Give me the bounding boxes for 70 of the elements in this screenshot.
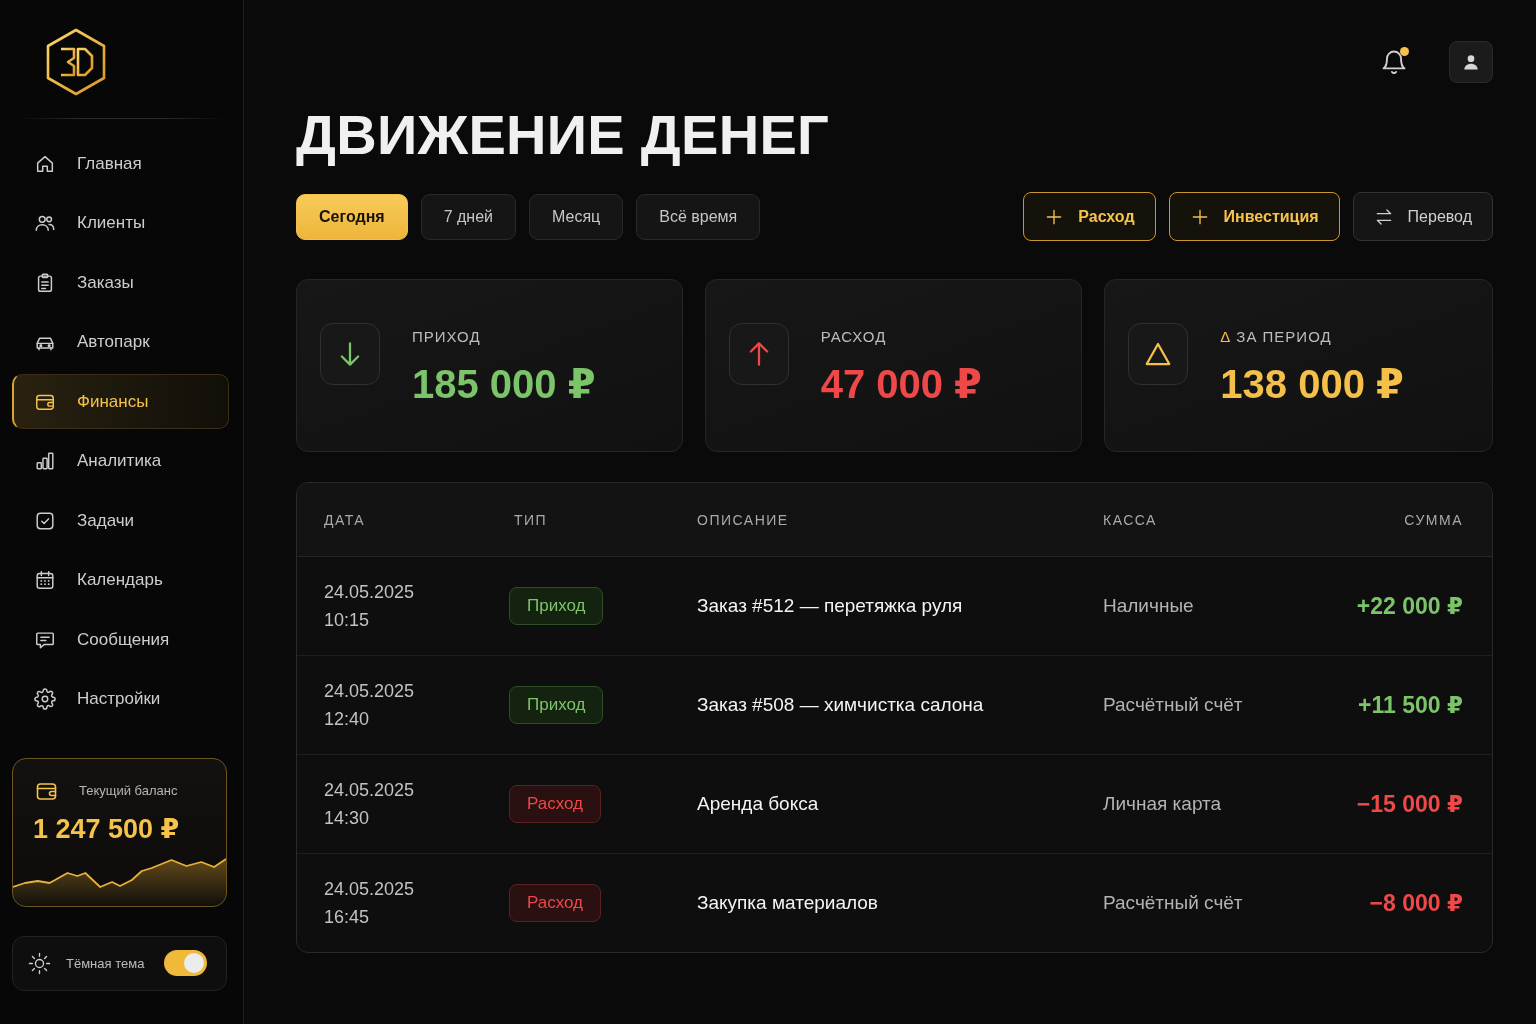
action-button[interactable]: Инвестиция: [1168, 192, 1340, 241]
card-label: РАСХОД: [820, 328, 887, 346]
nav-item[interactable]: Календарь: [12, 552, 229, 608]
nav-item[interactable]: Главная: [12, 136, 229, 191]
time-text: 12:40: [324, 708, 371, 731]
checkbox-icon: [34, 509, 56, 532]
arrow-down-icon: [320, 323, 380, 385]
nav-item[interactable]: Финансы: [12, 374, 229, 429]
description-cell-text: Закупка материалов: [697, 892, 879, 914]
amount-cell: +11 500 ₽: [1358, 691, 1463, 719]
amount-cell: −15 000 ₽: [1356, 790, 1463, 818]
arrow-up-icon: [728, 323, 789, 385]
type-badge: Приход: [509, 686, 604, 724]
period-tab[interactable]: Месяц: [529, 193, 624, 240]
card-value: 138 000 ₽: [1220, 361, 1404, 408]
nav-item[interactable]: Клиенты: [12, 195, 229, 251]
nav-item[interactable]: Сообщения: [12, 612, 229, 667]
period-tab[interactable]: 7 дней: [420, 193, 516, 240]
time-text: 14:30: [324, 807, 371, 830]
date-text: 24.05.2025: [324, 878, 416, 901]
page-title: ДВИЖЕНИЕ ДЕНЕГ: [296, 104, 831, 166]
sun-icon: [28, 951, 51, 975]
card-label: ПРИХОД: [412, 328, 481, 346]
user-icon: [1461, 52, 1481, 72]
card-label: ЗА ПЕРИОД: [1236, 328, 1332, 346]
date-text: 24.05.2025: [324, 581, 416, 604]
account-cell-text: Наличные: [1103, 595, 1195, 617]
nav-item[interactable]: Задачи: [12, 493, 229, 548]
notifications-button[interactable]: [1380, 48, 1408, 76]
card-value: 47 000 ₽: [820, 361, 982, 408]
date-text: 24.05.2025: [324, 680, 416, 703]
date-text: 24.05.2025: [324, 779, 416, 802]
calendar-icon: [34, 569, 56, 591]
action-button[interactable]: Расход: [1023, 192, 1156, 241]
column-header: ОПИСАНИЕ: [697, 511, 790, 528]
settings-icon: [34, 688, 56, 710]
column-header: ТИП: [514, 511, 549, 528]
theme-switch[interactable]: [164, 950, 207, 976]
nav-item[interactable]: Автопарк: [12, 314, 229, 370]
description-cell-text: Заказ #512 — перетяжка руля: [697, 595, 964, 617]
hexagon-logo: [45, 28, 107, 96]
time-text: 10:15: [324, 609, 371, 632]
amount-cell: +22 000 ₽: [1356, 592, 1463, 620]
balance-amount: 1 247 500 ₽: [32, 812, 181, 845]
theme-label: Тёмная тема: [66, 955, 145, 971]
period-tab[interactable]: Сегодня: [296, 193, 408, 240]
amount-cell: −8 000 ₽: [1369, 889, 1463, 917]
type-badge: Приход: [509, 587, 604, 625]
action-button[interactable]: Перевод: [1352, 192, 1493, 241]
column-header: ДАТА: [324, 511, 367, 528]
type-badge: Расход: [509, 884, 602, 922]
profile-button[interactable]: [1449, 41, 1493, 83]
nav-item[interactable]: Настройки: [12, 671, 229, 727]
column-header: КАССА: [1103, 511, 1158, 528]
column-header: СУММА: [1404, 511, 1463, 528]
account-cell-text: Личная карта: [1103, 793, 1223, 815]
description-cell-text: Заказ #508 — химчистка салона: [697, 694, 985, 716]
balance-label: Текущий баланс: [79, 783, 178, 798]
type-badge: Расход: [509, 785, 602, 823]
time-text: 16:45: [324, 906, 371, 929]
account-cell-text: Расчётный счёт: [1103, 892, 1244, 914]
description-cell-text: Аренда бокса: [697, 793, 820, 815]
nav-item[interactable]: Заказы: [12, 255, 229, 310]
bar-chart-icon: [34, 450, 56, 472]
nav-item[interactable]: Аналитика: [12, 433, 229, 489]
delta-sign: Δ: [1220, 328, 1231, 346]
account-cell-text: Расчётный счёт: [1103, 694, 1244, 716]
card-value: 185 000 ₽: [412, 361, 596, 408]
period-tab[interactable]: Всё время: [636, 193, 761, 240]
bell-icon: [1380, 48, 1408, 76]
